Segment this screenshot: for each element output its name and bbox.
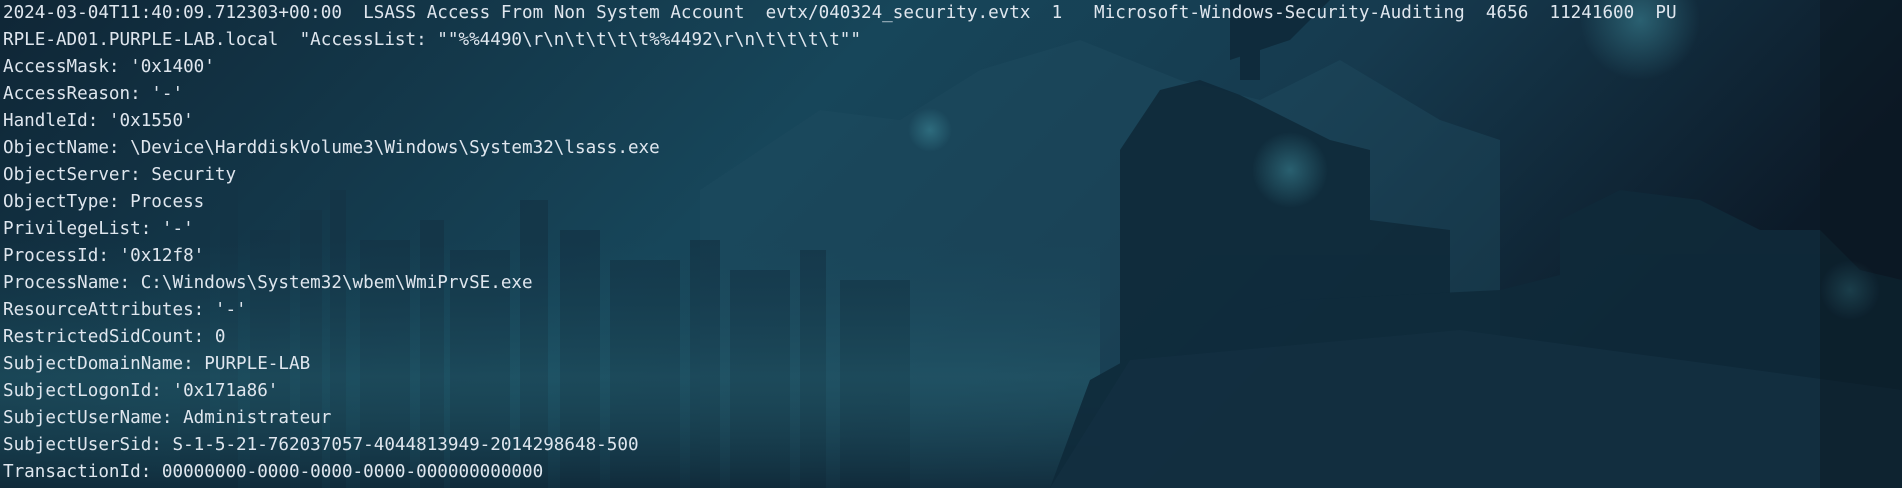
output-line-object-name: ObjectName: \Device\HarddiskVolume3\Wind…	[3, 138, 660, 158]
output-line-object-server: ObjectServer: Security	[3, 165, 237, 185]
output-line-access-mask: AccessMask: '0x1400'	[3, 57, 215, 77]
output-line-restricted-sid-count: RestrictedSidCount: 0	[3, 327, 226, 347]
output-line-process-id: ProcessId: '0x12f8'	[3, 246, 205, 266]
output-line-resource-attributes: ResourceAttributes: '-'	[3, 300, 247, 320]
output-line-process-name: ProcessName: C:\Windows\System32\wbem\Wm…	[3, 273, 533, 293]
output-line-host: RPLE-AD01.PURPLE-LAB.local "AccessList: …	[3, 30, 861, 50]
terminal-output[interactable]: 2024-03-04T11:40:09.712303+00:00 LSASS A…	[0, 0, 1902, 488]
output-line-access-reason: AccessReason: '-'	[3, 84, 184, 104]
output-line-subject-user-sid: SubjectUserSid: S-1-5-21-762037057-40448…	[3, 435, 639, 455]
output-line-object-type: ObjectType: Process	[3, 192, 205, 212]
output-line-header: 2024-03-04T11:40:09.712303+00:00 LSASS A…	[3, 3, 1677, 23]
output-line-handle-id: HandleId: '0x1550'	[3, 111, 194, 131]
output-line-subject-user-name: SubjectUserName: Administrateur	[3, 408, 332, 428]
output-line-privilege-list: PrivilegeList: '-'	[3, 219, 194, 239]
output-line-subject-domain-name: SubjectDomainName: PURPLE-LAB	[3, 354, 311, 374]
output-line-subject-logon-id: SubjectLogonId: '0x171a86'	[3, 381, 279, 401]
output-line-transaction-id: TransactionId: 00000000-0000-0000-0000-0…	[3, 462, 544, 482]
